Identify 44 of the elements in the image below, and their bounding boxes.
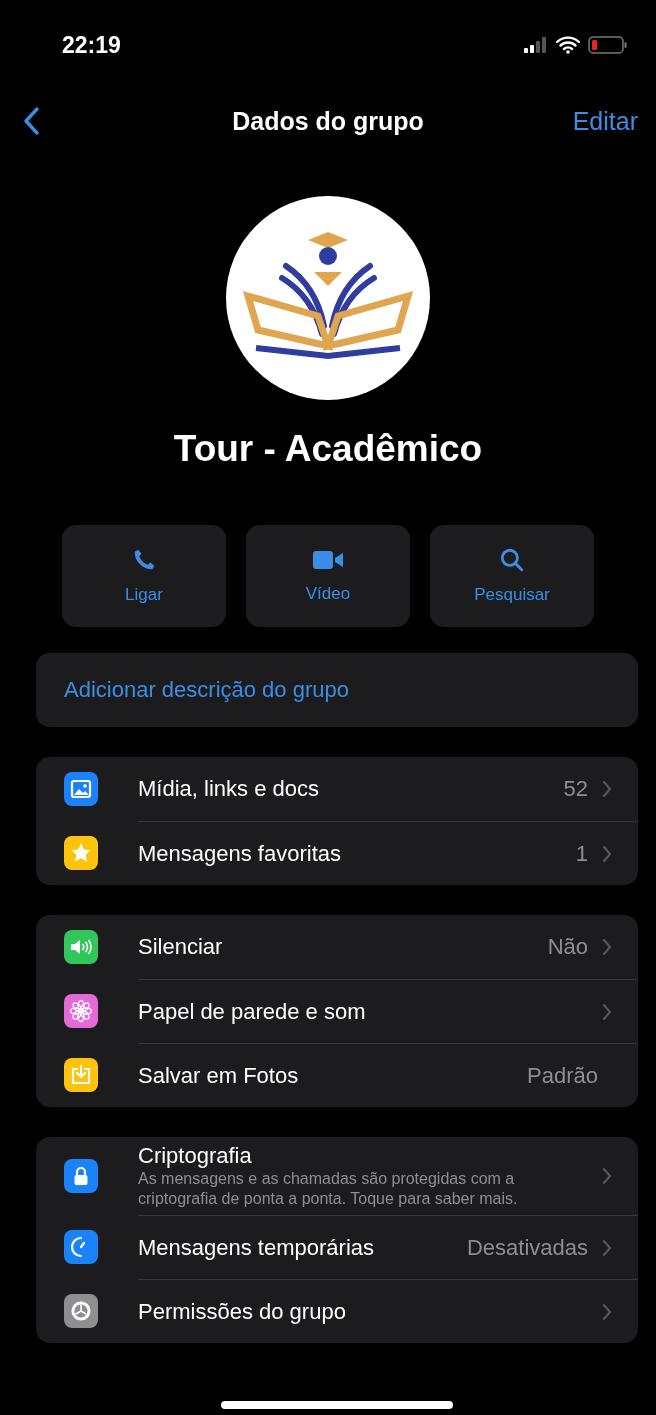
back-chevron-icon <box>22 106 40 136</box>
chevron-icon <box>602 780 612 798</box>
add-description-link[interactable]: Adicionar descrição do grupo <box>36 653 638 727</box>
settings-row[interactable]: Criptografia As mensagens e as chamadas são protegidas com a criptografia de ponta a ponta. Toque para saber mais. <box>138 1137 638 1215</box>
video-action-button[interactable]: Vídeo <box>246 525 410 627</box>
row-label: Silenciar <box>138 934 224 960</box>
row-description: As mensagens e as chamadas são protegidas com a criptografia de ponta a ponta. Toque para saber mais. <box>138 1169 519 1209</box>
chevron-icon <box>602 1238 612 1257</box>
row-value: Padrão <box>527 1062 598 1089</box>
chevron-icon <box>602 1302 612 1321</box>
group-name: Tour - Acadêmico <box>172 428 484 470</box>
status-time: 22:19 <box>62 31 121 59</box>
back-button[interactable] <box>22 106 40 136</box>
row-label: Papel de parede e som <box>138 998 367 1025</box>
wifi-icon <box>556 36 580 54</box>
settings-row[interactable]: Salvar em Fotos Padrão <box>138 1043 638 1107</box>
row-label: Mensagens temporárias <box>138 1234 375 1261</box>
signal-icon <box>524 37 548 53</box>
row-value: Desativadas <box>466 1234 588 1261</box>
chevron-icon <box>602 938 612 956</box>
row-label: Criptografia <box>138 1143 253 1169</box>
screen-title: Dados do grupo <box>232 106 424 136</box>
row-value: Não <box>547 934 588 960</box>
settings-row[interactable]: Mensagens temporárias Desativadas <box>138 1215 638 1279</box>
row-label: Mídia, links e docs <box>138 776 320 802</box>
video-camera-icon <box>312 548 344 572</box>
phone-action-button[interactable]: Ligar <box>62 525 226 627</box>
settings-row[interactable]: Mensagens favoritas 1 <box>138 821 638 885</box>
row-label: Permissões do grupo <box>138 1298 347 1325</box>
settings-row[interactable]: Permissões do grupo <box>138 1279 638 1343</box>
settings-row[interactable]: Papel de parede e som <box>138 979 638 1043</box>
search-icon <box>499 547 525 573</box>
search-action-button[interactable]: Pesquisar <box>430 525 594 627</box>
row-label: Salvar em Fotos <box>138 1062 300 1089</box>
battery-icon <box>588 35 628 55</box>
settings-row[interactable]: Mídia, links e docs 52 <box>138 757 638 821</box>
settings-row[interactable]: Silenciar Não <box>138 915 638 979</box>
chevron-icon <box>602 844 612 863</box>
row-value: 1 <box>575 840 588 867</box>
edit-button[interactable]: Editar <box>572 106 638 136</box>
chevron-icon <box>602 1167 612 1185</box>
chevron-icon <box>602 1002 612 1021</box>
row-value: 52 <box>563 776 588 802</box>
row-label: Mensagens favoritas <box>138 840 342 867</box>
